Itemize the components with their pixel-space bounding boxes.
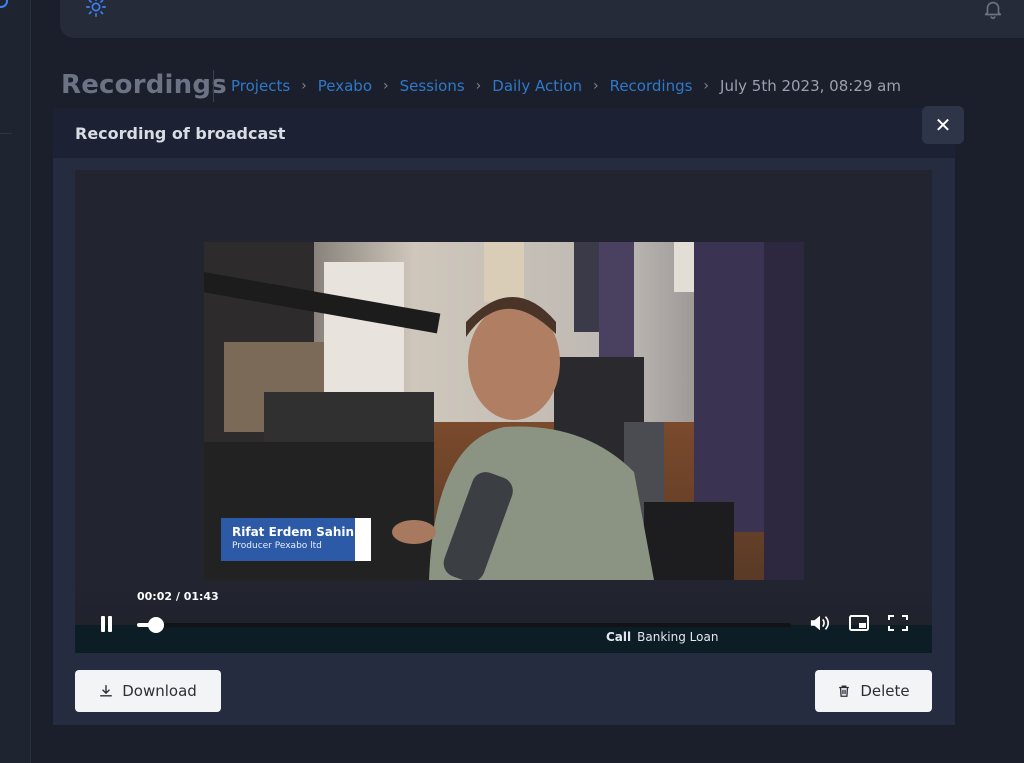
breadcrumb-recordings[interactable]: Recordings xyxy=(610,77,693,95)
recording-modal: Recording of broadcast Rifat Erdem Sahin… xyxy=(53,108,955,725)
pause-icon-bar xyxy=(101,616,105,632)
sidebar xyxy=(0,0,31,763)
volume-icon[interactable] xyxy=(809,613,831,633)
video-player[interactable]: Rifat Erdem Sahin Producer Pexabo ltd 00… xyxy=(75,170,932,653)
chapter-prefix: Call xyxy=(606,630,632,644)
download-label: Download xyxy=(122,682,197,700)
close-button[interactable]: ✕ xyxy=(922,106,964,144)
breadcrumb-chevron-icon: › xyxy=(475,78,482,94)
breadcrumb-projects[interactable]: Projects xyxy=(231,77,290,95)
modal-header: Recording of broadcast xyxy=(53,108,955,158)
speaker-nameplate: Rifat Erdem Sahin Producer Pexabo ltd xyxy=(221,518,371,561)
pause-button[interactable] xyxy=(101,616,115,632)
breadcrumb-daily-action[interactable]: Daily Action xyxy=(492,77,582,95)
pause-icon-bar xyxy=(108,616,112,632)
chapter-title: Banking Loan xyxy=(637,630,719,644)
nameplate-name: Rifat Erdem Sahin xyxy=(232,525,355,539)
breadcrumb-current: July 5th 2023, 08:29 am xyxy=(720,77,901,95)
trash-icon xyxy=(839,685,850,697)
breadcrumb-chevron-icon: › xyxy=(592,78,599,94)
seek-slider[interactable] xyxy=(137,617,791,633)
delete-label: Delete xyxy=(860,682,910,700)
download-button[interactable]: Download xyxy=(75,670,221,712)
delete-button[interactable]: Delete xyxy=(815,670,932,712)
download-icon xyxy=(100,685,113,697)
breadcrumb-sessions[interactable]: Sessions xyxy=(400,77,465,95)
page-title: Recordings xyxy=(61,70,227,100)
controls-strip xyxy=(75,625,932,653)
picture-in-picture-icon[interactable] xyxy=(848,614,870,632)
sidebar-logo-icon[interactable] xyxy=(0,0,8,8)
breadcrumb-chevron-icon: › xyxy=(383,78,389,94)
seek-thumb[interactable] xyxy=(148,617,165,633)
time-display: 00:02 / 01:43 xyxy=(137,590,219,603)
bell-icon[interactable] xyxy=(982,0,1004,20)
top-header-bar xyxy=(60,0,1024,38)
breadcrumb-pexabo[interactable]: Pexabo xyxy=(318,77,372,95)
sidebar-divider xyxy=(0,133,12,134)
fullscreen-icon[interactable] xyxy=(887,614,909,632)
chapter-label: Call Banking Loan xyxy=(606,630,718,644)
nameplate-panel: Rifat Erdem Sahin Producer Pexabo ltd xyxy=(221,518,355,561)
breadcrumb-chevron-icon: › xyxy=(703,78,710,94)
breadcrumb-chevron-icon: › xyxy=(301,78,307,94)
modal-title: Recording of broadcast xyxy=(75,124,286,143)
heading-divider xyxy=(213,70,214,102)
breadcrumb: Projects › Pexabo › Sessions › Daily Act… xyxy=(231,77,901,95)
sun-icon[interactable] xyxy=(85,0,107,18)
nameplate-role: Producer Pexabo ltd xyxy=(232,541,322,551)
